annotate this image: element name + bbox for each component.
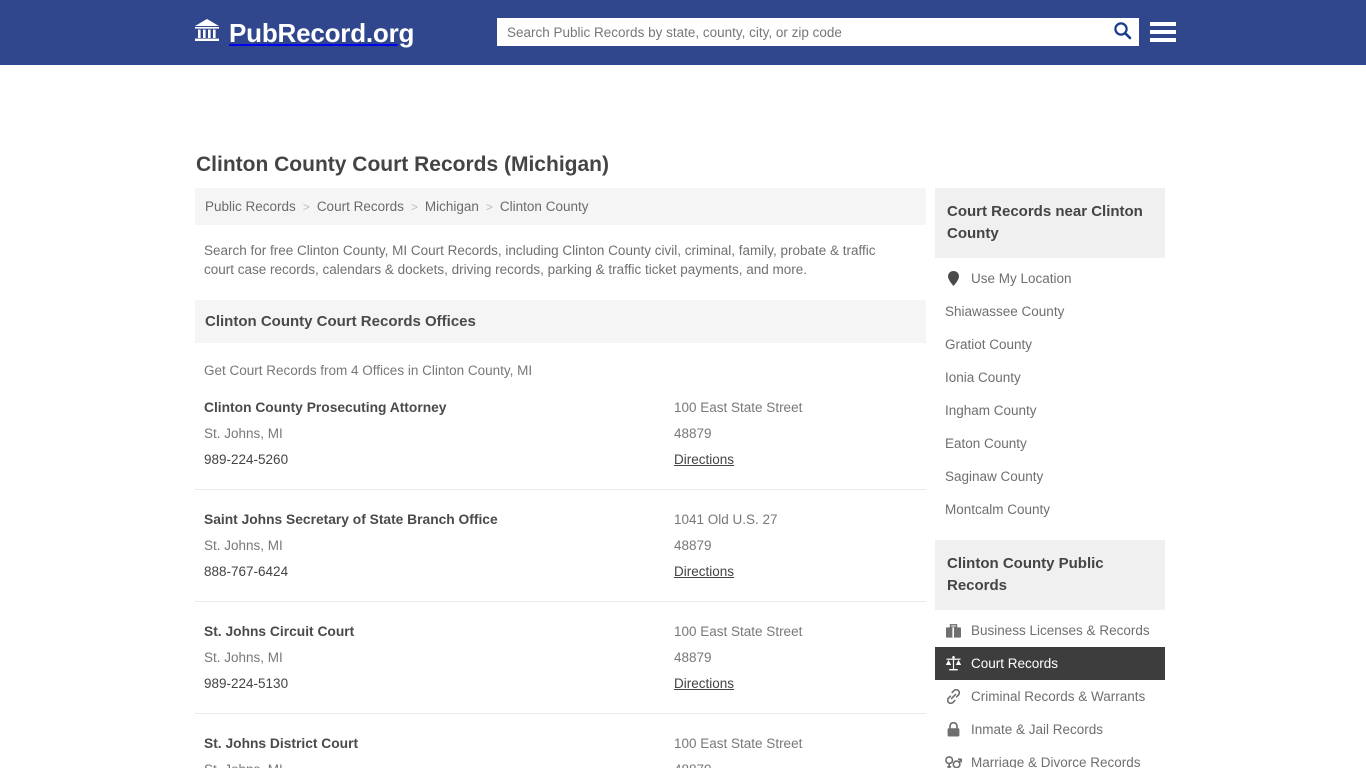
sidebar-item-gratiot-county[interactable]: Gratiot County [935,328,1165,361]
office-street: 1041 Old U.S. 27 [674,512,778,527]
sidebar-item-label: Court Records [971,656,1059,671]
sidebar-item-ingham-county[interactable]: Ingham County [935,394,1165,427]
breadcrumb-item-public-records[interactable]: Public Records [205,199,296,214]
office-street: 100 East State Street [674,624,803,639]
search-input[interactable] [497,18,1105,46]
office-zip: 48879 [674,650,712,665]
office-left-column: St. Johns Circuit Court St. Johns, MI 98… [204,619,674,697]
page-title: Clinton County Court Records (Michigan) [196,153,609,176]
breadcrumb-separator: > [410,199,418,214]
office-zip: 48879 [674,538,712,553]
directions-link[interactable]: Directions [674,671,734,697]
office-right-column: 1041 Old U.S. 27 48879 Directions [674,507,917,585]
sidebar-item-eaton-county[interactable]: Eaton County [935,427,1165,460]
offices-section-heading: Clinton County Court Records Offices [195,300,926,343]
hamburger-menu-button[interactable] [1148,17,1178,47]
search-icon [1113,21,1132,43]
sidebar-item-label: Inmate & Jail Records [971,722,1104,737]
public-records-panel-heading: Clinton County Public Records [935,540,1165,610]
search-bar [497,18,1139,46]
county-label: Montcalm County [945,502,1051,517]
office-phone[interactable]: 989-224-5130 [204,671,674,697]
office-row: St. Johns Circuit Court St. Johns, MI 98… [195,602,926,714]
office-left-column: St. Johns District Court St. Johns, MI 9… [204,731,674,768]
office-name: St. Johns District Court [204,736,359,751]
breadcrumb: Public Records > Court Records > Michiga… [195,188,926,225]
office-city: St. Johns, MI [204,650,283,665]
office-phone[interactable]: 888-767-6424 [204,559,674,585]
office-street: 100 East State Street [674,400,803,415]
sidebar-item-label: Criminal Records & Warrants [971,689,1146,704]
public-records-list: Business Licenses & Records Court Record… [935,610,1165,768]
office-right-column: 100 East State Street 48879 Directions [674,731,917,768]
breadcrumb-separator: > [485,199,493,214]
main-content: Public Records > Court Records > Michiga… [195,188,926,768]
office-name: Clinton County Prosecuting Attorney [204,400,447,415]
scales-of-justice-icon [945,656,962,671]
sidebar-item-shiawassee-county[interactable]: Shiawassee County [935,295,1165,328]
bank-building-icon [194,18,220,47]
gender-symbols-icon [945,755,962,768]
office-left-column: Saint Johns Secretary of State Branch Of… [204,507,674,585]
office-right-column: 100 East State Street 48879 Directions [674,395,917,473]
sidebar-item-label: Business Licenses & Records [971,623,1150,638]
breadcrumb-item-michigan[interactable]: Michigan [425,199,479,214]
nearby-county-list: Use My Location Shiawassee County Gratio… [935,258,1165,526]
office-city: St. Johns, MI [204,426,283,441]
sidebar-item-montcalm-county[interactable]: Montcalm County [935,493,1165,526]
office-phone[interactable]: 989-224-5260 [204,447,674,473]
page-intro-text: Search for free Clinton County, MI Court… [204,243,876,277]
breadcrumb-item-clinton-county[interactable]: Clinton County [500,199,589,214]
padlock-icon [945,722,962,737]
office-left-column: Clinton County Prosecuting Attorney St. … [204,395,674,473]
site-logo-text: PubRecord.org [229,17,415,48]
offices-list: Clinton County Prosecuting Attorney St. … [195,378,926,768]
breadcrumb-separator: > [302,199,310,214]
page-body: Clinton County Court Records (Michigan) … [0,65,1366,768]
sidebar-item-marriage-divorce-records[interactable]: Marriage & Divorce Records [935,746,1165,768]
office-street: 100 East State Street [674,736,803,751]
office-zip: 48879 [674,757,917,768]
county-label: Ionia County [945,370,1021,385]
sidebar-item-inmate-jail-records[interactable]: Inmate & Jail Records [935,713,1165,746]
site-logo[interactable]: PubRecord.org [194,18,414,47]
county-label: Eaton County [945,436,1027,451]
sidebar-item-business-licenses[interactable]: Business Licenses & Records [935,614,1165,647]
search-button[interactable] [1105,18,1139,46]
sidebar: Court Records near Clinton County Use My… [935,188,1165,768]
directions-link[interactable]: Directions [674,559,734,585]
sidebar-item-court-records[interactable]: Court Records [935,647,1165,680]
county-label: Gratiot County [945,337,1033,352]
office-city: St. Johns, MI [204,757,674,768]
county-label: Ingham County [945,403,1037,418]
office-row: Saint Johns Secretary of State Branch Of… [195,490,926,602]
use-my-location-button[interactable]: Use My Location [935,262,1165,295]
sidebar-item-label: Marriage & Divorce Records [971,755,1141,768]
office-row: St. Johns District Court St. Johns, MI 9… [195,714,926,768]
chain-link-icon [945,689,962,704]
site-header: PubRecord.org [0,0,1366,65]
hamburger-menu-icon [1150,22,1176,26]
county-label: Saginaw County [945,469,1044,484]
sidebar-item-saginaw-county[interactable]: Saginaw County [935,460,1165,493]
office-row: Clinton County Prosecuting Attorney St. … [195,378,926,490]
county-label: Shiawassee County [945,304,1065,319]
nearby-panel-heading: Court Records near Clinton County [935,188,1165,258]
office-right-column: 100 East State Street 48879 Directions [674,619,917,697]
offices-section-note: Get Court Records from 4 Offices in Clin… [204,363,533,378]
office-city: St. Johns, MI [204,538,283,553]
briefcase-icon [945,623,962,638]
breadcrumb-item-court-records[interactable]: Court Records [317,199,404,214]
directions-link[interactable]: Directions [674,447,734,473]
hamburger-menu-icon-bar-2 [1150,30,1176,34]
hamburger-menu-icon-bar-3 [1150,38,1176,42]
sidebar-item-ionia-county[interactable]: Ionia County [935,361,1165,394]
office-name: St. Johns Circuit Court [204,624,355,639]
use-my-location-label: Use My Location [971,271,1072,286]
sidebar-item-criminal-records[interactable]: Criminal Records & Warrants [935,680,1165,713]
office-name: Saint Johns Secretary of State Branch Of… [204,512,498,527]
map-pin-icon [945,271,962,286]
office-zip: 48879 [674,426,712,441]
